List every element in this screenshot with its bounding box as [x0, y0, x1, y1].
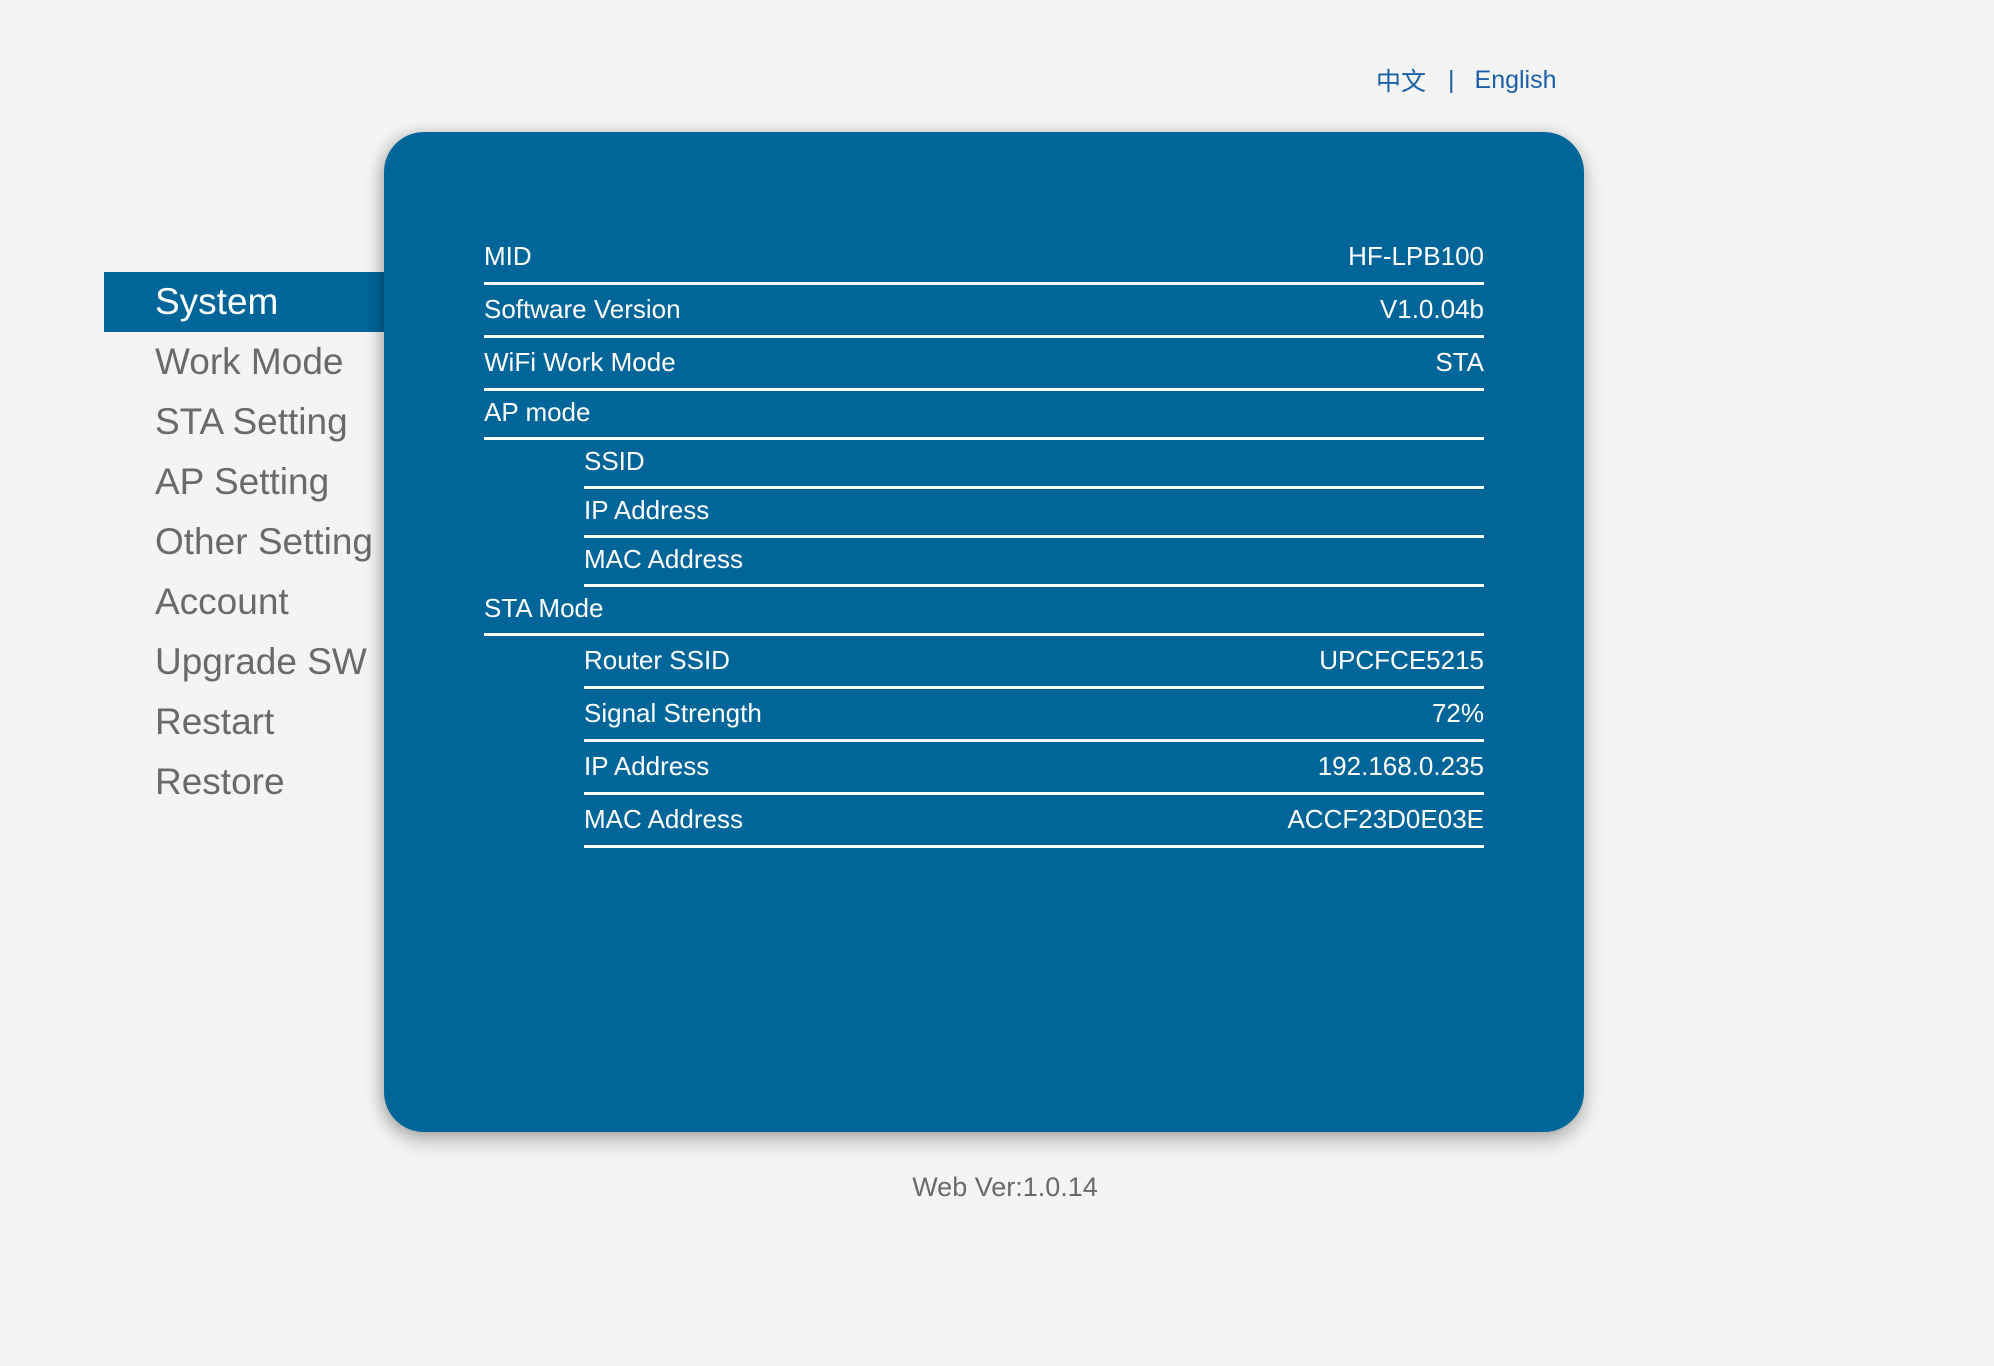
- sidebar-item-sta-setting[interactable]: STA Setting: [104, 392, 384, 452]
- info-value: 192.168.0.235: [1317, 751, 1484, 781]
- system-info-panel: MID HF-LPB100 Software Version V1.0.04b …: [384, 132, 1584, 1132]
- info-row-software-version: Software Version V1.0.04b: [484, 285, 1484, 338]
- info-row-sta-mac-address: MAC Address ACCF23D0E03E: [584, 795, 1484, 848]
- language-separator: |: [1448, 65, 1455, 94]
- info-value: ACCF23D0E03E: [1287, 804, 1484, 834]
- info-label: MAC Address: [584, 544, 743, 574]
- info-row-mid: MID HF-LPB100: [484, 230, 1484, 285]
- info-label: Software Version: [484, 294, 681, 324]
- sidebar-item-system[interactable]: System: [104, 272, 384, 332]
- info-value: HF-LPB100: [1348, 241, 1484, 271]
- info-row-sta-ip-address: IP Address 192.168.0.235: [584, 742, 1484, 795]
- sidebar-item-restart[interactable]: Restart: [104, 692, 384, 752]
- system-info-table: MID HF-LPB100 Software Version V1.0.04b …: [484, 230, 1484, 848]
- section-header-ap-mode: AP mode: [484, 391, 1484, 440]
- sidebar-menu: System Work Mode STA Setting AP Setting …: [104, 272, 384, 812]
- sidebar-item-ap-setting[interactable]: AP Setting: [104, 452, 384, 512]
- language-switcher: 中文 | English: [1376, 62, 1557, 98]
- info-row-ap-ssid: SSID: [584, 440, 1484, 489]
- web-version-footer: Web Ver:1.0.14: [912, 1172, 1098, 1202]
- sidebar-item-restore[interactable]: Restore: [104, 752, 384, 812]
- section-label: STA Mode: [484, 593, 604, 623]
- info-label: WiFi Work Mode: [484, 347, 676, 377]
- section-header-sta-mode: STA Mode: [484, 587, 1484, 636]
- info-label: IP Address: [584, 495, 710, 525]
- sidebar-item-upgrade-sw[interactable]: Upgrade SW: [104, 632, 384, 692]
- info-value: UPCFCE5215: [1319, 645, 1484, 675]
- info-label: Router SSID: [584, 645, 730, 675]
- info-value: STA: [1435, 347, 1484, 377]
- info-row-wifi-work-mode: WiFi Work Mode STA: [484, 338, 1484, 391]
- info-label: IP Address: [584, 751, 710, 781]
- info-row-ap-mac-address: MAC Address: [584, 538, 1484, 587]
- info-label: Signal Strength: [584, 698, 762, 728]
- language-chinese-link[interactable]: 中文: [1376, 62, 1426, 98]
- sidebar-item-work-mode[interactable]: Work Mode: [104, 332, 384, 392]
- info-row-signal-strength: Signal Strength 72%: [584, 689, 1484, 742]
- sidebar-item-other-setting[interactable]: Other Setting: [104, 512, 384, 572]
- info-value: V1.0.04b: [1379, 294, 1484, 324]
- info-row-ap-ip-address: IP Address: [584, 489, 1484, 538]
- language-english-link[interactable]: English: [1475, 66, 1557, 95]
- info-value: 72%: [1431, 698, 1484, 728]
- info-label: SSID: [584, 446, 645, 476]
- info-label: MID: [484, 241, 532, 271]
- section-label: AP mode: [484, 397, 591, 427]
- sidebar-item-account[interactable]: Account: [104, 572, 384, 632]
- info-label: MAC Address: [584, 804, 743, 834]
- info-row-router-ssid: Router SSID UPCFCE5215: [584, 636, 1484, 689]
